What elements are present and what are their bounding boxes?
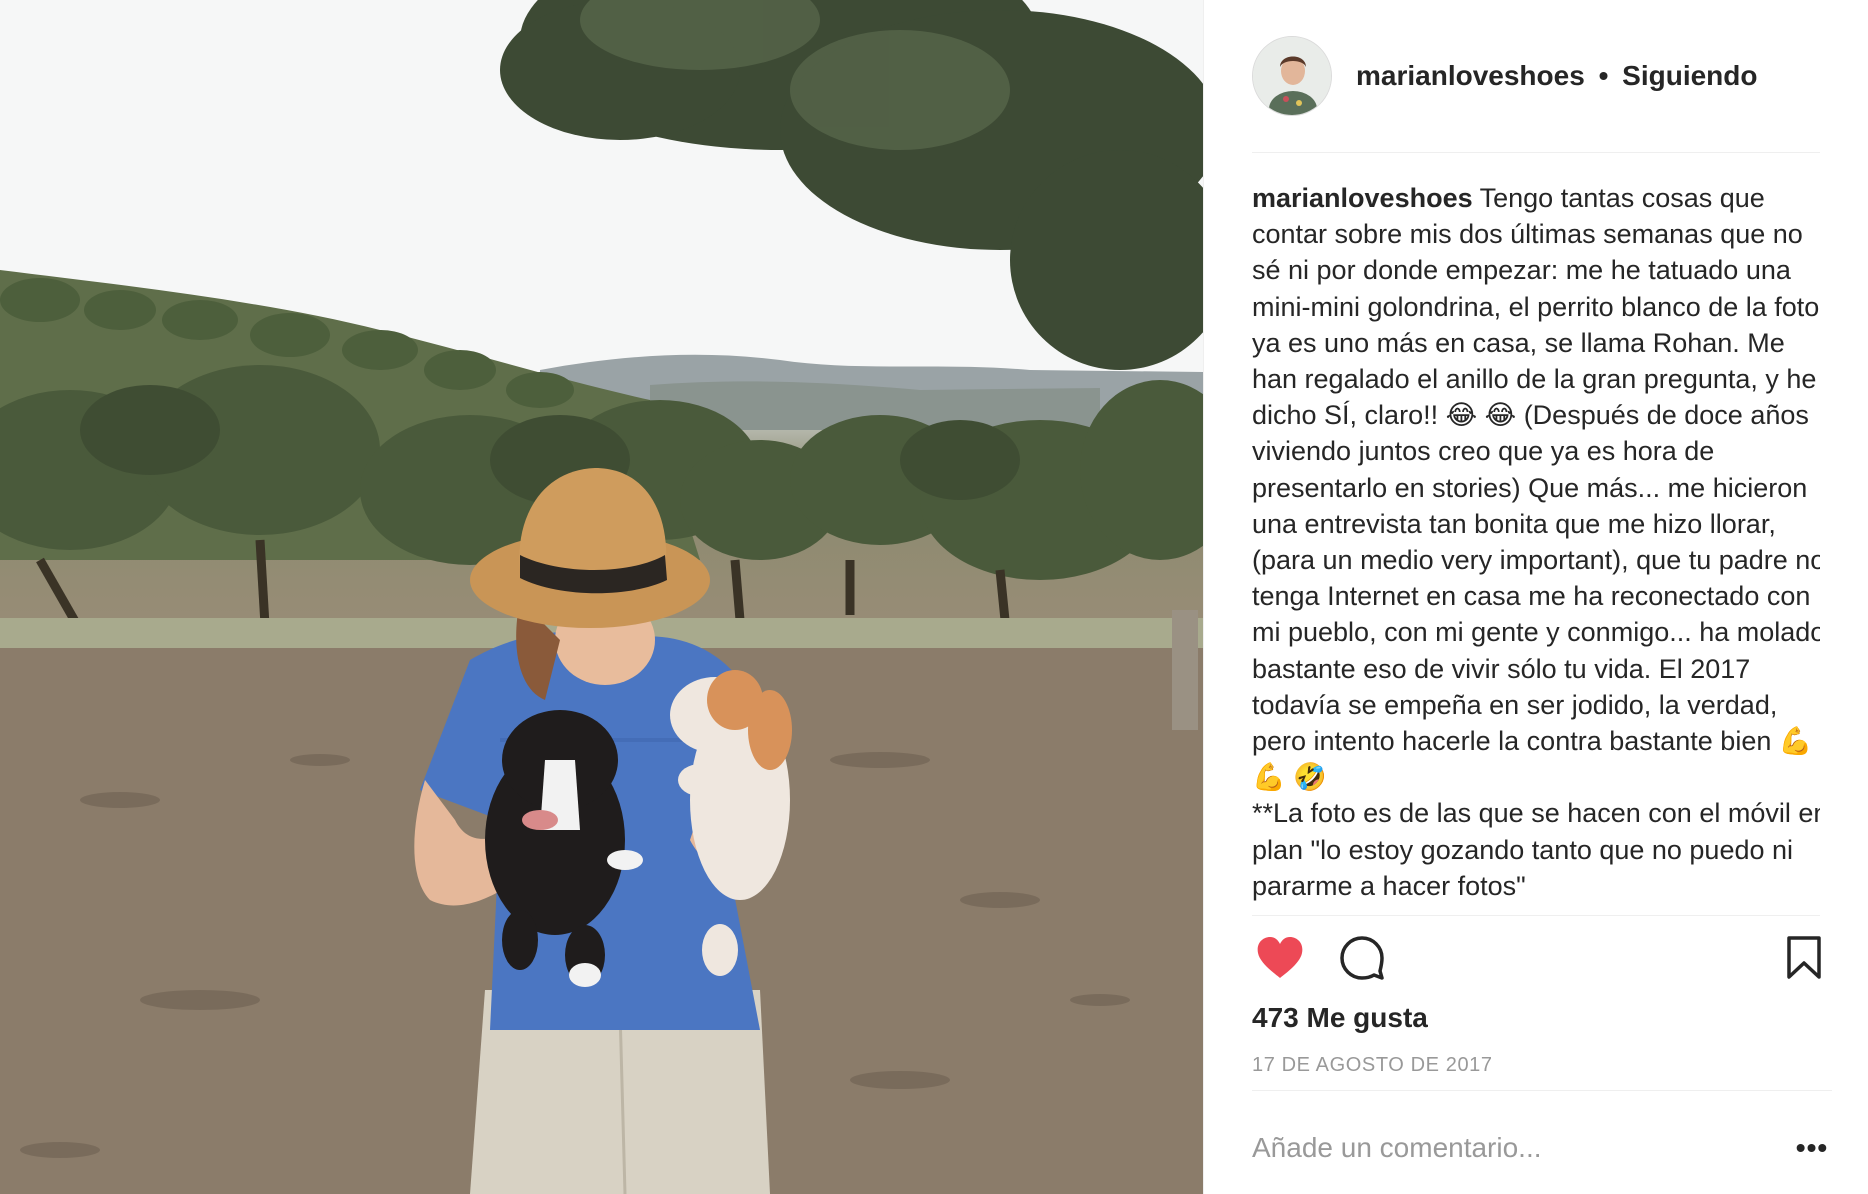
caption-text: Tengo tantas cosas que contar sobre mis … xyxy=(1252,183,1820,901)
comment-form: ••• xyxy=(1252,1120,1832,1176)
post-header: marianloveshoes • Siguiendo xyxy=(1252,0,1820,153)
comment-input[interactable] xyxy=(1252,1132,1792,1164)
bookmark-icon xyxy=(1787,936,1821,979)
save-button[interactable] xyxy=(1776,930,1832,986)
header-username[interactable]: marianloveshoes xyxy=(1356,60,1585,91)
caption-username[interactable]: marianloveshoes xyxy=(1252,183,1473,213)
post-date[interactable]: 17 DE AGOSTO DE 2017 xyxy=(1252,1054,1493,1077)
action-bar xyxy=(1252,930,1832,986)
more-options-icon[interactable]: ••• xyxy=(1792,1128,1832,1168)
avatar[interactable] xyxy=(1252,36,1332,116)
post-photo[interactable] xyxy=(0,0,1203,1194)
photo-illustration xyxy=(0,0,1203,1194)
caption-area: marianloveshoes Tengo tantas cosas que c… xyxy=(1252,153,1820,916)
instagram-post: marianloveshoes • Siguiendo marianlovesh… xyxy=(0,0,1868,1194)
comment-button[interactable] xyxy=(1334,930,1390,986)
like-button[interactable] xyxy=(1252,930,1308,986)
header-separator: • xyxy=(1598,60,1609,91)
caption: marianloveshoes Tengo tantas cosas que c… xyxy=(1252,180,1820,904)
divider xyxy=(1252,1090,1832,1091)
likes-count[interactable]: 473 Me gusta xyxy=(1252,1002,1428,1034)
heart-icon xyxy=(1257,937,1303,978)
avatar-photo xyxy=(1253,37,1331,115)
comment-icon xyxy=(1340,936,1384,980)
header-text: marianloveshoes • Siguiendo xyxy=(1356,60,1757,92)
post-sidebar: marianloveshoes • Siguiendo marianlovesh… xyxy=(1203,0,1868,1194)
follow-status-button[interactable]: Siguiendo xyxy=(1622,60,1757,91)
